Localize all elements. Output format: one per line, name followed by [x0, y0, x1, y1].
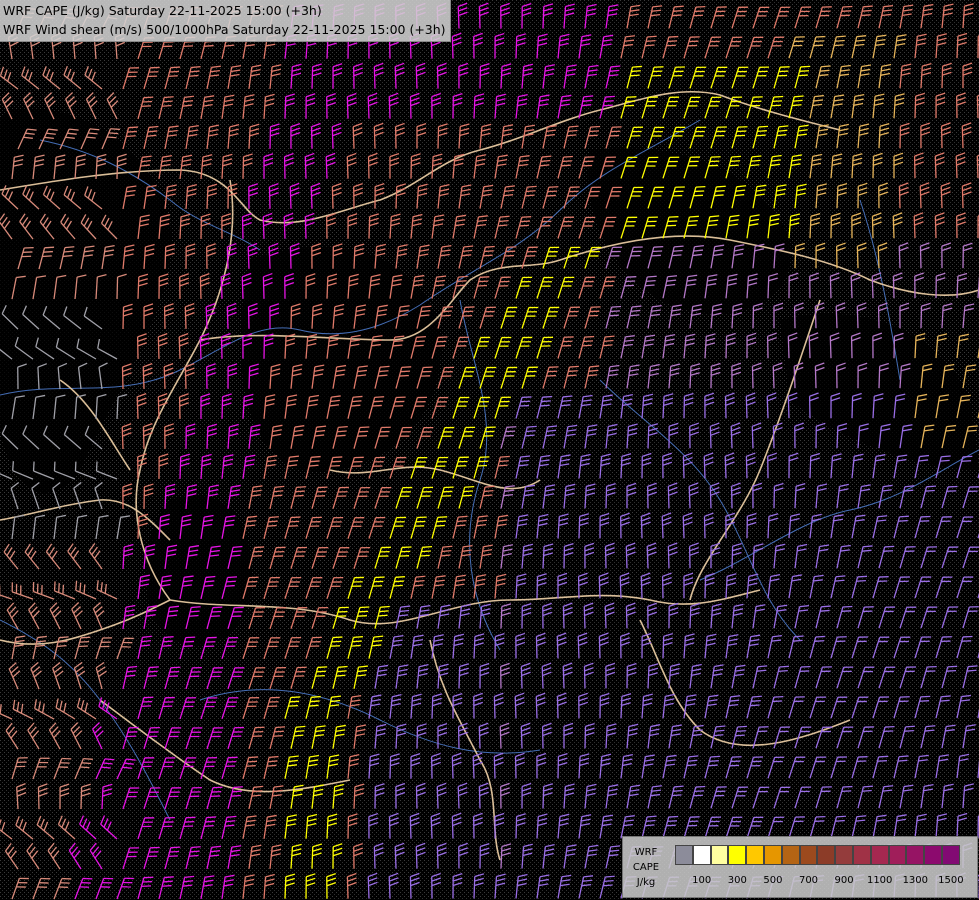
legend-label-unit: J/kg — [636, 877, 656, 888]
legend-color-scale — [675, 845, 960, 865]
legend-swatch — [870, 845, 889, 865]
weather-map[interactable]: WRF CAPE (J/kg) Saturday 22-11-2025 15:0… — [0, 0, 979, 900]
legend-swatch — [799, 845, 818, 865]
legend-label-cape: CAPE — [632, 862, 660, 873]
legend-swatch — [746, 845, 764, 865]
legend-tick: 900 — [834, 875, 854, 886]
legend-swatch — [924, 845, 942, 865]
legend-swatch — [710, 845, 729, 865]
legend-tick: 500 — [763, 875, 783, 886]
legend-swatch — [852, 845, 871, 865]
legend-swatch — [781, 845, 800, 865]
legend-tick: 300 — [727, 875, 747, 886]
legend-tick-labels: 100 300 500 700 900 1100 1300 1500 — [675, 875, 975, 889]
legend-swatch — [906, 845, 925, 865]
legend-tick: 1500 — [938, 875, 964, 886]
legend-tick: 100 — [692, 875, 712, 886]
legend-tick: 1100 — [866, 875, 893, 886]
legend-swatch — [692, 845, 711, 865]
legend-label-wrf: WRF — [634, 847, 658, 858]
legend-swatch — [675, 845, 693, 865]
wind-shear-title: WRF Wind shear (m/s) 500/1000hPa Saturda… — [3, 22, 446, 37]
legend-tick: 700 — [798, 875, 819, 886]
legend-swatch — [835, 845, 853, 865]
legend-swatch — [763, 845, 782, 865]
legend-swatch — [728, 845, 747, 865]
legend-swatch — [888, 845, 907, 865]
legend-tick: 1300 — [902, 875, 929, 886]
cape-title: WRF CAPE (J/kg) Saturday 22-11-2025 15:0… — [3, 3, 322, 18]
map-canvas — [0, 0, 979, 900]
legend-swatch — [941, 845, 960, 865]
plain-area — [146, 495, 252, 647]
map-title-box: WRF CAPE (J/kg) Saturday 22-11-2025 15:0… — [0, 0, 451, 42]
cape-legend: WRF CAPE J/kg 100 300 500 700 900 1100 1300 150… — [622, 836, 978, 898]
legend-swatch — [817, 845, 836, 865]
